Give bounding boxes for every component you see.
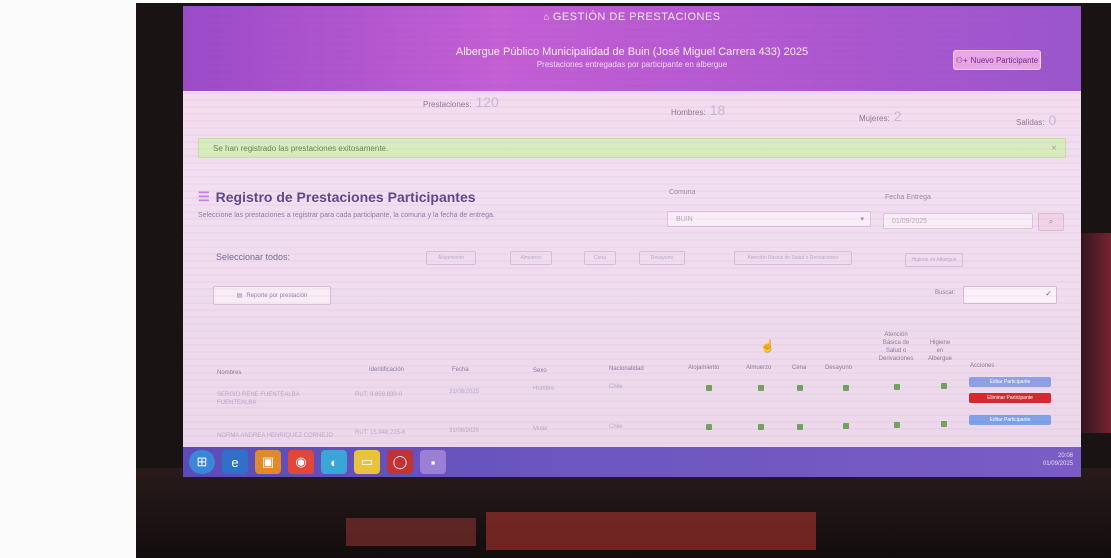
th-cena: Cena (792, 365, 807, 371)
stat-hombres: Hombres: 18 (671, 102, 726, 118)
app-icon[interactable]: ▪ (420, 450, 446, 474)
opera-icon[interactable]: ◯ (387, 450, 413, 474)
fecha-label: Fecha Entrega (885, 194, 931, 201)
document-icon: ▤ (236, 293, 243, 299)
th-nombres: Nombres (217, 370, 242, 376)
th-alojamiento: Alojamiento (688, 365, 720, 371)
desk-object (346, 518, 476, 546)
filter-cena[interactable]: Cena (584, 251, 616, 265)
page-subtitle: Albergue Público Municipalidad de Buin (… (455, 46, 809, 58)
row2-id: RUT: 15.948.225-6 (355, 430, 406, 436)
add-user-icon: ⚇+ (955, 55, 968, 65)
fecha-input[interactable]: 01/09/2025 (883, 213, 1033, 229)
row2-fecha: 31/08/2025 (449, 428, 480, 434)
row2-check-almuerzo[interactable] (758, 424, 764, 430)
row2-check-alojamiento[interactable] (706, 424, 712, 430)
row1-nacionalidad: Chile (609, 384, 623, 390)
browser-screen: ⌂ GESTIÓN DE PRESTACIONES Albergue Públic… (183, 6, 1081, 463)
row1-nombre: SERGIO RENE FUENTEALBA FUENTEALBA (217, 392, 300, 407)
th-fecha: Fecha (452, 367, 469, 373)
folder-icon[interactable]: ▭ (354, 450, 380, 474)
home-icon: ⌂ (543, 12, 550, 23)
row1-check-alojamiento[interactable] (706, 385, 712, 391)
row1-check-almuerzo[interactable] (758, 385, 764, 391)
th-almuerzo: Almuerzo (746, 365, 772, 371)
page-title: ⌂ GESTIÓN DE PRESTACIONES (543, 11, 721, 23)
th-acciones: Acciones (970, 363, 995, 369)
windows-taskbar: ⊞ e ▣ ◉ ◐ ▭ ◯ ▪ 20:08 01/09/2025 (183, 447, 1081, 477)
comuna-select[interactable]: BUIN ▾ (667, 211, 871, 227)
check-icon: ✓ (1045, 289, 1052, 298)
search-label: Buscar: (935, 290, 956, 296)
row1-sexo: Hombre (533, 386, 555, 392)
desk-object (486, 512, 816, 550)
clock-time: 20:08 (1057, 453, 1073, 459)
select-all-label: Seleccionar todos: (216, 252, 291, 262)
mouse-cursor-icon: ☝ (760, 339, 775, 353)
row1-id: RUT: 9.859.830-0 (355, 392, 403, 398)
th-higiene: Higiene en Albergue (927, 340, 953, 363)
filter-atencion[interactable]: Atención Básica de Salud o Derivaciones (734, 251, 852, 265)
row2-check-atencion[interactable] (894, 422, 900, 428)
stats-bar: Prestaciones: 120 Hombres: 18 Mujeres: 2… (183, 94, 1081, 134)
filter-desayuno[interactable]: Desayuno (639, 251, 685, 265)
th-nacionalidad: Nacionalidad (609, 366, 644, 372)
stat-mujeres: Mujeres: 2 (859, 108, 902, 124)
row2-sexo: Mujer (533, 426, 549, 432)
page-header: ⌂ GESTIÓN DE PRESTACIONES Albergue Públic… (183, 6, 1081, 91)
row2-nacionalidad: Chile (609, 424, 623, 430)
filter-higiene[interactable]: Higiene en Albergue (905, 253, 963, 267)
th-identificacion: Identificación (369, 367, 405, 373)
new-participant-button[interactable]: ⚇+ Nuevo Participante (953, 50, 1041, 70)
stat-salidas: Salidas: 0 (1016, 112, 1057, 128)
internet-explorer-icon[interactable]: e (222, 450, 248, 474)
success-alert: Se han registrado las prestaciones exito… (198, 138, 1066, 158)
row1-check-desayuno[interactable] (843, 385, 849, 391)
list-icon: ☰ (198, 189, 210, 204)
close-icon[interactable]: × (1051, 143, 1057, 154)
delete-participant-button[interactable]: Eliminar Participante (969, 393, 1051, 403)
th-desayuno: Desayuno (825, 365, 853, 371)
section-title: ☰ Registro de Prestaciones Participantes (198, 189, 476, 205)
row1-check-higiene[interactable] (941, 383, 947, 389)
th-atencion: Atención Básica de Salud o Derivaciones (878, 332, 914, 363)
edge-icon[interactable]: ◐ (321, 450, 347, 474)
edit-participant-button[interactable]: Editar Participante (969, 415, 1051, 425)
row1-check-atencion[interactable] (894, 384, 900, 390)
system-tray: 20:08 01/09/2025 (1043, 453, 1073, 469)
start-menu-icon[interactable]: ⊞ (189, 450, 215, 474)
edit-participant-button[interactable]: Editar Participante (969, 377, 1051, 387)
row1-check-cena[interactable] (797, 385, 803, 391)
comuna-label: Comuna (669, 189, 696, 196)
th-sexo: Sexo (533, 368, 547, 374)
clock-date: 01/09/2025 (1042, 460, 1073, 467)
search-button[interactable]: ⌕ (1038, 213, 1064, 231)
filter-alojamiento[interactable]: Alojamiento (426, 251, 476, 265)
row2-nombre: NORMA ANDREA HENRIQUEZ CORNEJO (217, 433, 334, 439)
stat-prestaciones: Prestaciones: 120 (423, 94, 499, 110)
section-help-text: Seleccione las prestaciones a registrar … (198, 212, 495, 219)
row2-check-higiene[interactable] (941, 421, 947, 427)
row1-fecha: 31/08/2025 (449, 389, 480, 395)
file-manager-icon[interactable]: ▣ (255, 450, 281, 474)
row2-check-cena[interactable] (797, 424, 803, 430)
chrome-icon[interactable]: ◉ (288, 450, 314, 474)
filter-almuerzo[interactable]: Almuerzo (510, 251, 552, 265)
search-icon: ⌕ (1048, 217, 1054, 226)
page-subtitle-2: Prestaciones entregadas por participante… (536, 60, 728, 69)
chevron-down-icon: ▾ (860, 216, 864, 223)
report-button[interactable]: ▤ Reporte por prestación (213, 286, 331, 305)
paper-background (0, 0, 142, 558)
row2-check-desayuno[interactable] (843, 423, 849, 429)
search-input[interactable]: ✓ (963, 286, 1057, 304)
